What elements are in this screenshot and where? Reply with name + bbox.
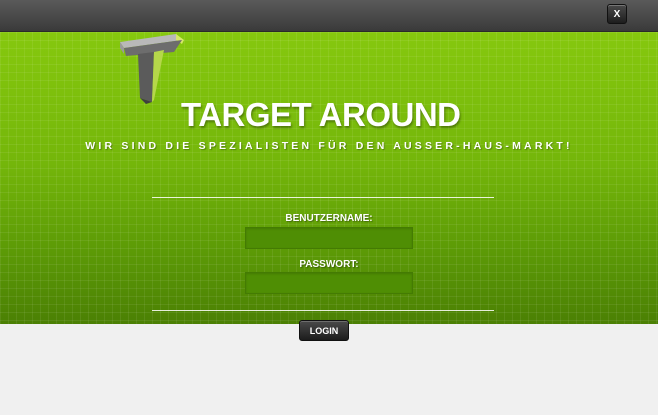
password-input[interactable] [245, 272, 413, 294]
password-label: PASSWORT: [299, 259, 359, 270]
login-panel: TARGET AROUND WIR SIND DIE SPEZIALISTEN … [0, 32, 658, 341]
username-label: BENUTZERNAME: [285, 213, 373, 224]
top-bar: X [0, 0, 658, 32]
divider-top [152, 197, 494, 198]
t-letter-logo-icon [120, 34, 184, 104]
divider-bottom [152, 310, 494, 311]
close-button[interactable]: X [607, 4, 627, 24]
tagline: WIR SIND DIE SPEZIALISTEN FÜR DEN AUSSER… [85, 140, 573, 152]
username-input[interactable] [245, 227, 413, 249]
login-button[interactable]: LOGIN [299, 320, 349, 341]
brand-title: TARGET AROUND [181, 96, 461, 133]
